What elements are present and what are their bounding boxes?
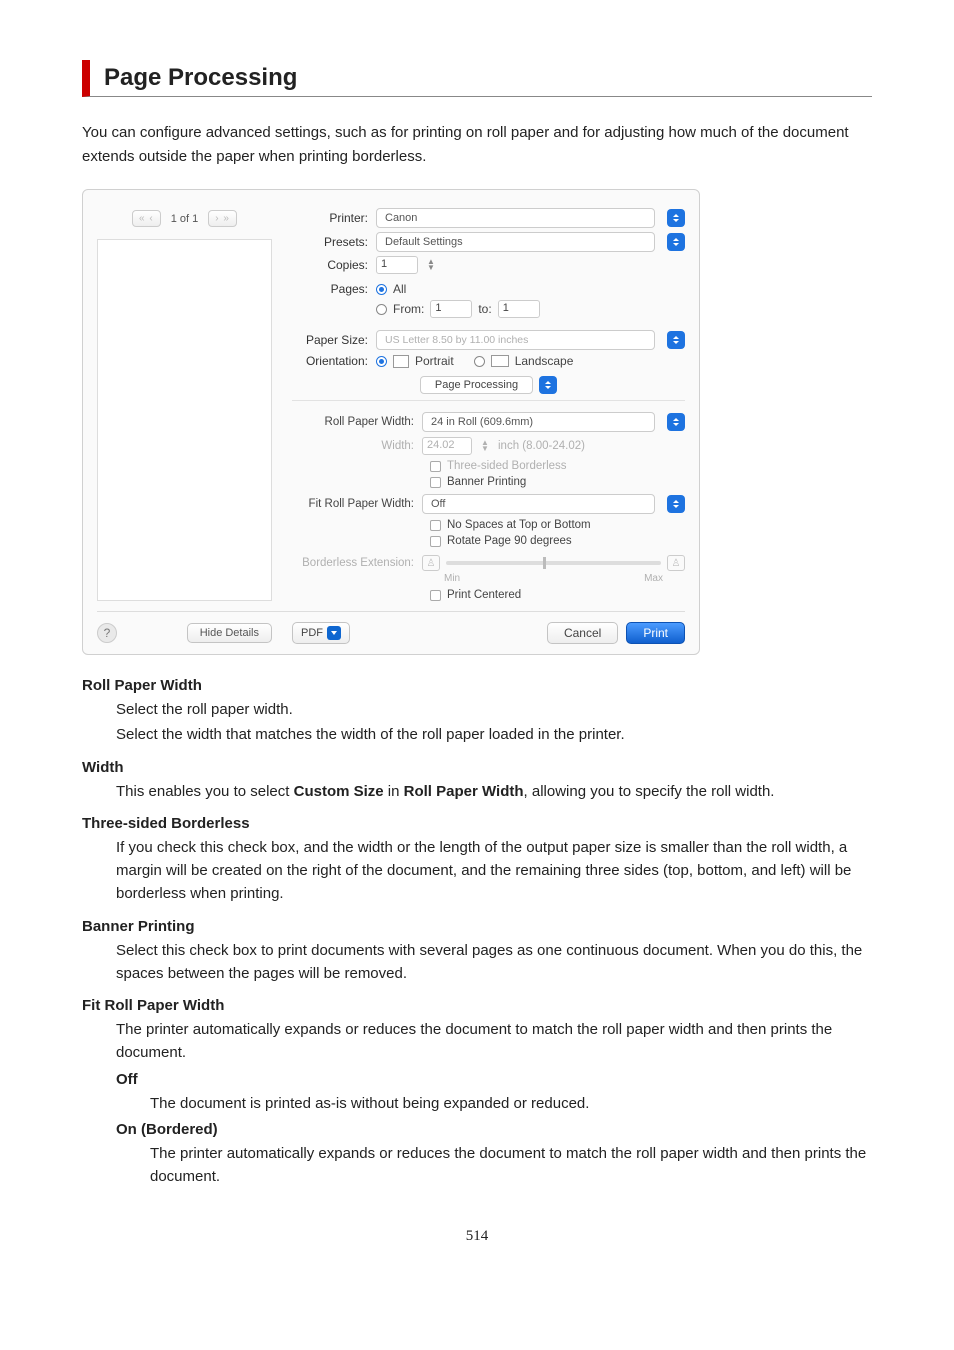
chevron-updown-icon[interactable] [539, 376, 557, 394]
pages-to-label: to: [478, 302, 491, 316]
print-centered-label: Print Centered [447, 589, 521, 601]
presets-select[interactable]: Default Settings [376, 232, 655, 252]
pages-to-input[interactable]: 1 [498, 300, 540, 318]
chevron-down-icon [327, 626, 341, 640]
chevron-updown-icon[interactable] [667, 209, 685, 227]
orientation-portrait-radio[interactable] [376, 356, 387, 367]
copies-stepper[interactable]: ▲▼ [424, 256, 438, 274]
term-width: Width [82, 759, 872, 776]
width-label: Width: [292, 440, 422, 452]
def-width: This enables you to select Custom Size i… [116, 780, 872, 803]
def-off: The document is printed as-is without be… [150, 1092, 872, 1115]
no-spaces-checkbox[interactable] [430, 520, 441, 531]
presets-label: Presets: [292, 235, 376, 249]
orientation-landscape-label: Landscape [515, 354, 574, 368]
printer-label: Printer: [292, 211, 376, 225]
term-three-sided: Three-sided Borderless [82, 815, 872, 832]
page-number: 514 [82, 1228, 872, 1245]
orientation-portrait-label: Portrait [415, 354, 454, 368]
three-sided-label: Three-sided Borderless [447, 460, 567, 472]
nav-last-button[interactable]: › » [208, 210, 237, 227]
orientation-label: Orientation: [292, 354, 376, 368]
fit-roll-select[interactable]: Off [422, 494, 655, 514]
term-off: Off [116, 1071, 872, 1088]
orientation-landscape-radio[interactable] [474, 356, 485, 367]
roll-paper-width-label: Roll Paper Width: [292, 416, 422, 428]
fit-roll-label: Fit Roll Paper Width: [292, 498, 422, 510]
pages-all-radio[interactable] [376, 284, 387, 295]
banner-label: Banner Printing [447, 476, 526, 488]
pages-from-radio[interactable] [376, 304, 387, 315]
pages-all-label: All [393, 282, 406, 296]
term-roll-paper-width: Roll Paper Width [82, 677, 872, 694]
cancel-button[interactable]: Cancel [547, 622, 618, 644]
print-dialog: « ‹ 1 of 1 › » Printer: Canon Presets: D… [82, 189, 700, 655]
definition-list: Roll Paper Width Select the roll paper w… [82, 677, 872, 1188]
no-spaces-label: No Spaces at Top or Bottom [447, 519, 591, 531]
def-on-bordered: The printer automatically expands or red… [150, 1142, 872, 1189]
def-roll-paper-width-2: Select the width that matches the width … [116, 723, 872, 746]
slider-max-label: Max [644, 573, 663, 584]
paper-size-select[interactable]: US Letter 8.50 by 11.00 inches [376, 330, 655, 350]
slider-min-label: Min [444, 573, 460, 584]
paper-size-label: Paper Size: [292, 333, 376, 347]
chevron-updown-icon[interactable] [667, 495, 685, 513]
nested-definition-list: Off The document is printed as-is withou… [116, 1071, 872, 1189]
person-min-icon: ♙ [422, 555, 440, 571]
help-button[interactable]: ? [97, 623, 117, 643]
pdf-button[interactable]: PDF [292, 622, 350, 644]
pages-label: Pages: [292, 282, 376, 296]
print-preview [97, 239, 272, 601]
section-select[interactable]: Page Processing [420, 376, 533, 394]
term-banner-printing: Banner Printing [82, 918, 872, 935]
roll-paper-width-select[interactable]: 24 in Roll (609.6mm) [422, 412, 655, 432]
three-sided-checkbox [430, 461, 441, 472]
width-stepper: ▲▼ [478, 437, 492, 455]
borderless-ext-label: Borderless Extension: [292, 555, 422, 569]
intro-text: You can configure advanced settings, suc… [82, 121, 872, 169]
page-indicator: 1 of 1 [171, 213, 199, 225]
term-on-bordered: On (Bordered) [116, 1121, 872, 1138]
person-max-icon: ♙ [667, 555, 685, 571]
borderless-slider [446, 561, 661, 565]
landscape-icon [491, 355, 509, 367]
dialog-left-pane: « ‹ 1 of 1 › » [97, 204, 272, 601]
width-unit: inch (8.00-24.02) [498, 440, 585, 452]
chevron-updown-icon[interactable] [667, 233, 685, 251]
printer-select[interactable]: Canon [376, 208, 655, 228]
copies-input[interactable]: 1 [376, 256, 418, 274]
term-fit-roll-paper-width: Fit Roll Paper Width [82, 997, 872, 1014]
copies-label: Copies: [292, 258, 376, 272]
pages-from-input[interactable]: 1 [430, 300, 472, 318]
portrait-icon [393, 355, 409, 368]
def-banner-printing: Select this check box to print documents… [116, 939, 872, 986]
def-three-sided: If you check this check box, and the wid… [116, 836, 872, 906]
chevron-updown-icon[interactable] [667, 413, 685, 431]
pages-from-label: From: [393, 302, 424, 316]
chevron-updown-icon[interactable] [667, 331, 685, 349]
width-input: 24.02 [422, 437, 472, 455]
rotate90-checkbox[interactable] [430, 536, 441, 547]
def-roll-paper-width-1: Select the roll paper width. [116, 698, 872, 721]
rotate90-label: Rotate Page 90 degrees [447, 535, 572, 547]
nav-first-button[interactable]: « ‹ [132, 210, 161, 227]
dialog-right-pane: Printer: Canon Presets: Default Settings… [272, 204, 685, 601]
print-button[interactable]: Print [626, 622, 685, 644]
def-fit-roll-paper-width: The printer automatically expands or red… [116, 1018, 872, 1065]
banner-checkbox[interactable] [430, 477, 441, 488]
print-centered-checkbox[interactable] [430, 590, 441, 601]
hide-details-button[interactable]: Hide Details [187, 623, 272, 643]
page-title: Page Processing [104, 64, 872, 92]
